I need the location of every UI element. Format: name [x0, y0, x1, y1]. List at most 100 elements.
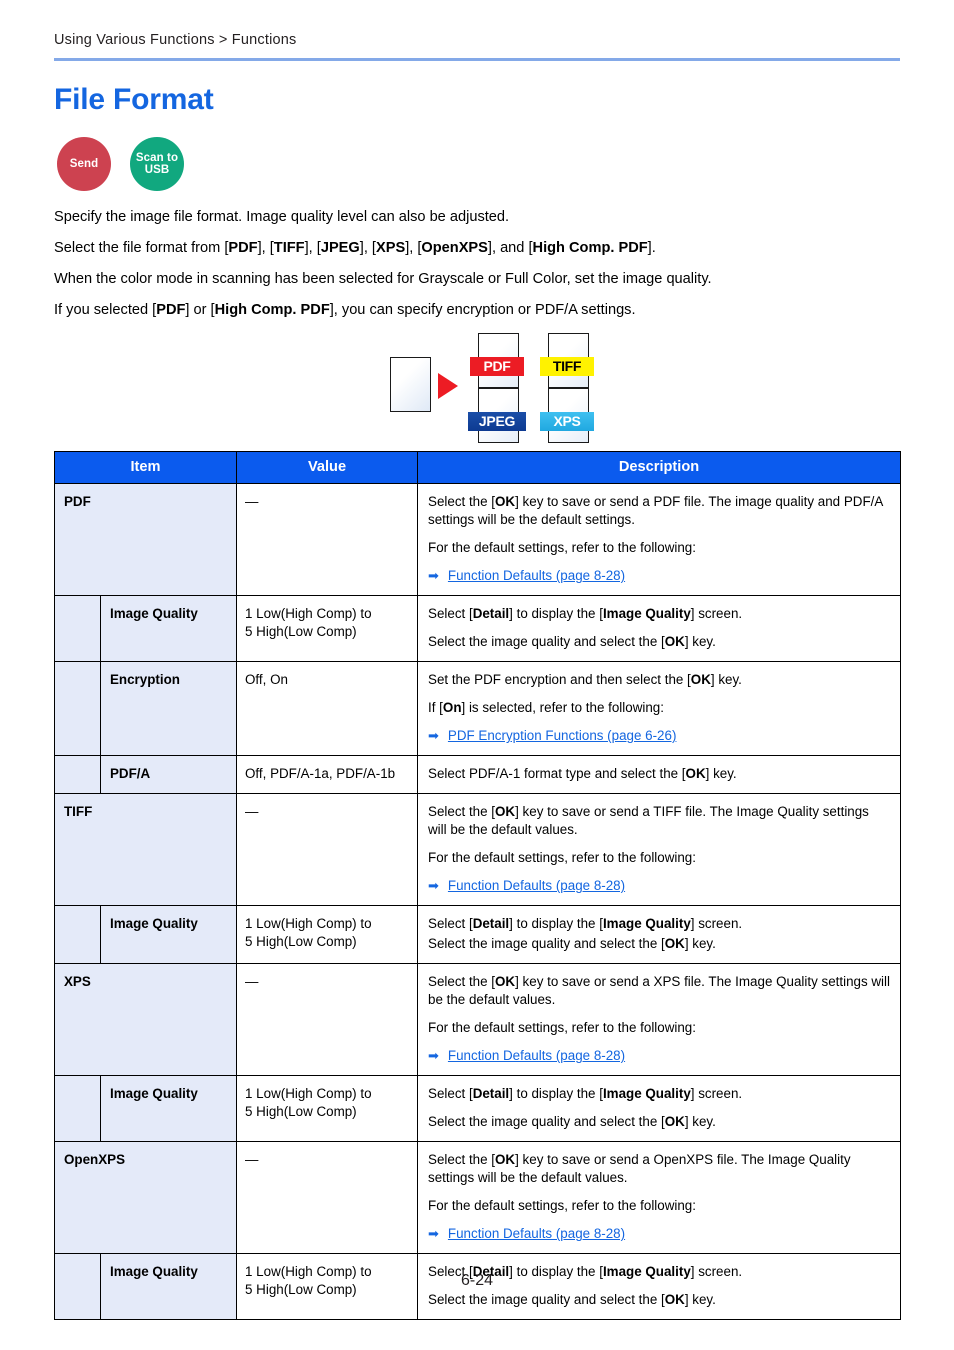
- cross-reference-link[interactable]: Function Defaults (page 8-28): [448, 877, 625, 895]
- table-body: PDF — Select the [OK] key to save or send …: [53, 483, 902, 1321]
- table-row: Image Quality 1 Low(High Comp) to 5 High(L…: [54, 1075, 902, 1143]
- description-paragraph: For the default settings, refer to the f…: [428, 1020, 696, 1036]
- row-value: Off, PDF/A-1a, PDF/A-1b: [236, 755, 419, 795]
- row-item-label: TIFF: [53, 793, 238, 907]
- row-description: Select the [OK] key to save or send a Op…: [417, 1141, 902, 1255]
- source-document-icon: [390, 357, 431, 413]
- description-paragraph: Select [Detail] to display the [Image Qu…: [428, 606, 743, 622]
- red-right-arrow-icon: [438, 373, 458, 400]
- intro-paragraph-4: If you selected [PDF] or [High Comp. PDF…: [54, 302, 636, 319]
- file-format-illustration: PDF TIFF JPEG XPS: [54, 331, 900, 444]
- document-page: Using Various Functions > Functions File…: [0, 0, 954, 1350]
- row-item-label: PDF: [53, 483, 238, 597]
- cross-reference-line: ➡ Function Defaults (page 8-28): [428, 877, 890, 895]
- jpeg-format-label: JPEG: [468, 412, 526, 432]
- pdf-format-label: PDF: [470, 357, 524, 377]
- table-header-row: Item Value Description: [53, 451, 902, 485]
- column-header-value: Value: [236, 451, 419, 485]
- scan-to-usb-badge: Scan to USB: [130, 137, 184, 192]
- row-description: Select [Detail] to display the [Image Qu…: [417, 595, 902, 663]
- description-paragraph: For the default settings, refer to the f…: [428, 540, 696, 556]
- description-paragraph: If [On] is selected, refer to the follow…: [428, 700, 664, 716]
- right-arrow-icon: ➡: [428, 568, 439, 584]
- table-row: Image Quality 1 Low(High Comp) to 5 High(L…: [54, 905, 902, 965]
- cross-reference-line: ➡ Function Defaults (page 8-28): [428, 1047, 890, 1065]
- description-paragraph: For the default settings, refer to the f…: [428, 850, 696, 866]
- cross-reference-line: ➡ Function Defaults (page 8-28): [428, 1225, 890, 1243]
- file-format-table: Item Value Description PDF — Select the [O…: [53, 451, 902, 1321]
- row-description: Select the [OK] key to save or send a TI…: [417, 793, 902, 907]
- right-arrow-icon: ➡: [428, 1226, 439, 1242]
- send-badge-label: Send: [69, 157, 99, 170]
- row-value: —: [236, 793, 419, 907]
- right-arrow-icon: ➡: [428, 878, 439, 894]
- table-row: OpenXPS — Select the [OK] key to save or s…: [53, 1141, 902, 1255]
- intro-text: Specify the image file format. Image qua…: [54, 207, 900, 320]
- right-arrow-icon: ➡: [428, 1048, 439, 1064]
- row-item-label: OpenXPS: [53, 1141, 238, 1255]
- row-indent-cell: [54, 755, 101, 795]
- right-arrow-icon: ➡: [428, 728, 439, 744]
- page-title: File Format: [54, 83, 214, 116]
- tiff-format-label: TIFF: [540, 357, 594, 377]
- description-paragraph: Set the PDF encryption and then select t…: [428, 672, 742, 688]
- breadcrumb: Using Various Functions > Functions: [54, 32, 297, 48]
- xps-format-label: XPS: [540, 412, 594, 432]
- row-value: 1 Low(High Comp) to 5 High(Low Comp): [236, 1075, 419, 1143]
- row-description: Select [Detail] to display the [Image Qu…: [417, 905, 902, 965]
- description-paragraph: Select the [OK] key to save or send a XP…: [428, 974, 890, 1008]
- description-paragraph: Select PDF/A-1 format type and select th…: [428, 766, 737, 782]
- badge-group: Send Scan to USB: [54, 137, 900, 192]
- row-item-label: XPS: [53, 963, 238, 1077]
- scan-to-usb-badge-label: Scan to USB: [135, 151, 179, 177]
- description-paragraph: Select the image quality and select the …: [428, 1114, 716, 1130]
- row-item-label: Encryption: [99, 661, 238, 757]
- row-indent-cell: [54, 661, 101, 757]
- description-paragraph: Select the [OK] key to save or send a TI…: [428, 804, 869, 838]
- table-row: PDF — Select the [OK] key to save or send …: [53, 483, 902, 597]
- row-item-label: Image Quality: [99, 905, 238, 965]
- description-paragraph: Select the image quality and select the …: [428, 1292, 716, 1308]
- cross-reference-line: ➡ PDF Encryption Functions (page 6-26): [428, 727, 890, 745]
- description-paragraph: Select the image quality and select the …: [428, 634, 716, 650]
- header-rule: [54, 58, 900, 61]
- row-item-label: PDF/A: [99, 755, 238, 795]
- description-paragraph: Select the [OK] key to save or send a PD…: [428, 494, 883, 528]
- row-indent-cell: [54, 1075, 101, 1143]
- row-value: 1 Low(High Comp) to 5 High(Low Comp): [236, 595, 419, 663]
- table-row: PDF/A Off, PDF/A-1a, PDF/A-1b Select PDF/A…: [54, 755, 902, 795]
- row-value: —: [236, 963, 419, 1077]
- row-value: —: [236, 483, 419, 597]
- row-value: Off, On: [236, 661, 419, 757]
- row-item-label: Image Quality: [99, 595, 238, 663]
- row-description: Select PDF/A-1 format type and select th…: [417, 755, 902, 795]
- table-row: Encryption Off, On Set the PDF encryption …: [54, 661, 902, 757]
- row-indent-cell: [54, 905, 101, 965]
- description-paragraph: For the default settings, refer to the f…: [428, 1198, 696, 1214]
- row-value: —: [236, 1141, 419, 1255]
- cross-reference-link[interactable]: Function Defaults (page 8-28): [448, 1047, 625, 1065]
- column-header-item: Item: [53, 451, 238, 485]
- row-description: Select the [OK] key to save or send a XP…: [417, 963, 902, 1077]
- intro-paragraph-2: Select the file format from [PDF], [TIFF…: [54, 240, 656, 257]
- description-paragraph: Select the image quality and select the …: [428, 936, 716, 952]
- cross-reference-link[interactable]: PDF Encryption Functions (page 6-26): [448, 727, 677, 745]
- cross-reference-line: ➡ Function Defaults (page 8-28): [428, 567, 890, 585]
- row-description: Select the [OK] key to save or send a PD…: [417, 483, 902, 597]
- row-description: Set the PDF encryption and then select t…: [417, 661, 902, 757]
- table-row: XPS — Select the [OK] key to save or send …: [53, 963, 902, 1077]
- table-row: TIFF — Select the [OK] key to save or send…: [53, 793, 902, 907]
- cross-reference-link[interactable]: Function Defaults (page 8-28): [448, 1225, 625, 1243]
- intro-paragraph-1: Specify the image file format. Image qua…: [54, 209, 510, 226]
- row-indent-cell: [54, 595, 101, 663]
- row-item-label: Image Quality: [99, 1075, 238, 1143]
- intro-paragraph-3: When the color mode in scanning has been…: [54, 271, 712, 288]
- description-paragraph: Select [Detail] to display the [Image Qu…: [428, 1086, 743, 1102]
- cross-reference-link[interactable]: Function Defaults (page 8-28): [448, 567, 625, 585]
- row-description: Select [Detail] to display the [Image Qu…: [417, 1075, 902, 1143]
- row-value: 1 Low(High Comp) to 5 High(Low Comp): [236, 905, 419, 965]
- send-badge: Send: [57, 137, 111, 192]
- description-paragraph: Select the [OK] key to save or send a Op…: [428, 1152, 851, 1186]
- table-row: Image Quality 1 Low(High Comp) to 5 High(L…: [54, 595, 902, 663]
- column-header-description: Description: [417, 451, 902, 485]
